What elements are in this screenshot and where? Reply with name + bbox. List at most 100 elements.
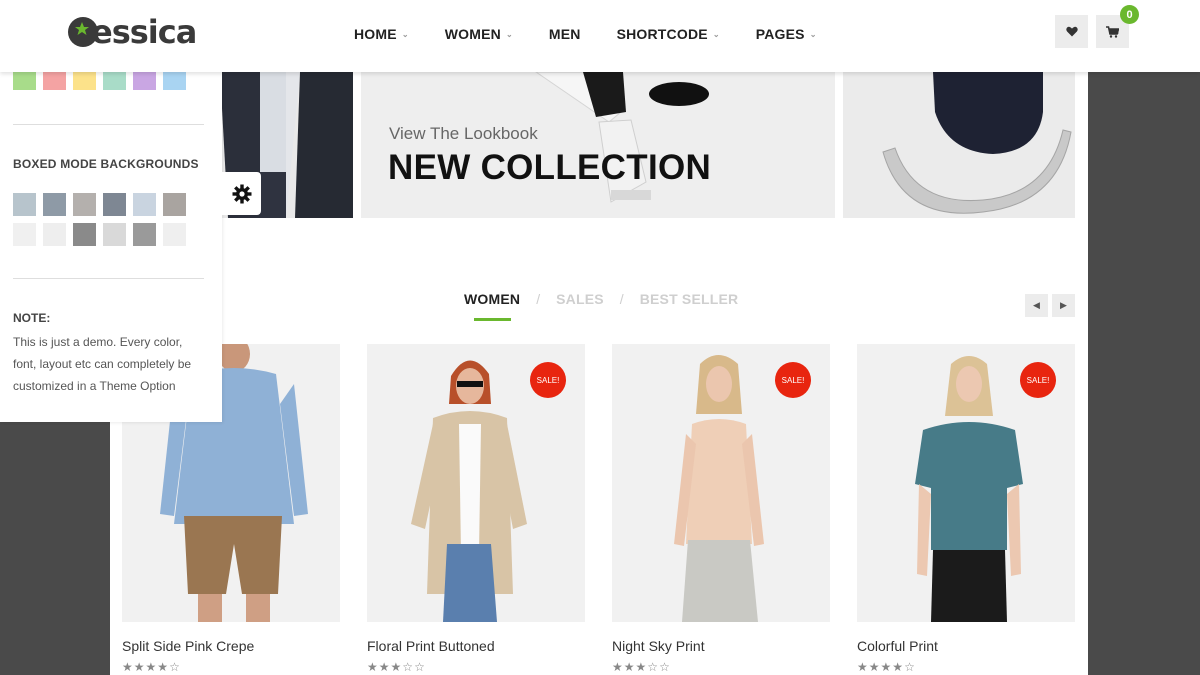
color-swatch[interactable] <box>103 72 126 90</box>
nav-item-home[interactable]: HOME ⌄ <box>354 26 409 42</box>
boxed-background-thumbnail[interactable] <box>43 193 66 216</box>
star-filled-icon: ★ <box>635 660 648 674</box>
nav-item-label: MEN <box>548 26 581 42</box>
product-image[interactable]: SALE! <box>367 344 585 622</box>
color-swatch-row <box>13 72 186 90</box>
carousel-prev-button[interactable]: ◀ <box>1025 294 1048 317</box>
chevron-right-icon: ▶ <box>1060 300 1067 310</box>
star-empty-icon: ☆ <box>169 660 181 674</box>
site-header: essica HOME ⌄ WOMEN ⌄ MEN SHORTCODE ⌄ PAGES… <box>0 0 1200 72</box>
star-filled-icon: ★ <box>612 660 624 674</box>
panel-divider <box>13 124 204 125</box>
cart-count-badge: 0 <box>1120 5 1139 24</box>
star-filled-icon: ★ <box>122 660 134 674</box>
tab-separator: / <box>536 291 541 307</box>
chevron-down-icon: ⌄ <box>505 29 513 39</box>
settings-toggle-button[interactable] <box>222 172 261 215</box>
color-swatch[interactable] <box>163 72 186 90</box>
banner-accessory-image[interactable] <box>843 72 1075 218</box>
product-name[interactable]: Floral Print Buttoned <box>367 638 585 654</box>
logo-text: essica <box>91 13 197 51</box>
color-swatch[interactable] <box>43 72 66 90</box>
product-card[interactable]: SALE! Floral Print Buttoned ★★★☆☆ <box>367 344 585 674</box>
gear-icon <box>232 184 251 203</box>
logo-mark-icon <box>68 17 98 47</box>
boxed-background-thumbnail[interactable] <box>103 193 126 216</box>
chevron-down-icon: ⌄ <box>712 29 720 39</box>
nav-item-men[interactable]: MEN <box>549 26 581 42</box>
product-tabs: WOMEN / SALES / BEST SELLER <box>464 291 738 307</box>
carousel-next-button[interactable]: ▶ <box>1052 294 1075 317</box>
product-rating: ★★★☆☆ <box>612 660 830 674</box>
nav-item-label: SHORTCODE <box>616 26 708 42</box>
star-filled-icon: ★ <box>157 660 170 674</box>
nav-item-label: WOMEN <box>444 26 501 42</box>
star-filled-icon: ★ <box>390 660 403 674</box>
boxed-background-grid <box>13 193 186 246</box>
star-filled-icon: ★ <box>892 660 905 674</box>
product-rating: ★★★★☆ <box>857 660 1075 674</box>
wishlist-button[interactable] <box>1055 15 1088 48</box>
tab-women[interactable]: WOMEN <box>464 291 520 307</box>
lookbook-banner[interactable]: View The Lookbook NEW COLLECTION <box>361 72 835 218</box>
tab-sales[interactable]: SALES <box>556 291 604 307</box>
lookbook-title[interactable]: NEW COLLECTION <box>388 148 711 188</box>
product-rating: ★★★☆☆ <box>367 660 585 674</box>
star-filled-icon: ★ <box>133 660 146 674</box>
star-filled-icon: ★ <box>145 660 158 674</box>
star-filled-icon: ★ <box>857 660 869 674</box>
product-name[interactable]: Colorful Print <box>857 638 1075 654</box>
boxed-background-thumbnail[interactable] <box>133 223 156 246</box>
sale-badge: SALE! <box>530 362 566 398</box>
boxed-background-thumbnail[interactable] <box>163 223 186 246</box>
star-filled-icon: ★ <box>623 660 636 674</box>
tab-separator: / <box>619 291 624 307</box>
product-image[interactable]: SALE! <box>612 344 830 622</box>
color-swatch[interactable] <box>13 72 36 90</box>
product-rating: ★★★★☆ <box>122 660 340 674</box>
note-title: NOTE: <box>13 311 51 325</box>
product-card[interactable]: SALE! Night Sky Print ★★★☆☆ <box>612 344 830 674</box>
sale-badge: SALE! <box>775 362 811 398</box>
star-filled-icon: ★ <box>868 660 881 674</box>
main-nav: HOME ⌄ WOMEN ⌄ MEN SHORTCODE ⌄ PAGES ⌄ <box>354 26 853 42</box>
tab-best-seller[interactable]: BEST SELLER <box>640 291 739 307</box>
chevron-down-icon: ⌄ <box>809 29 817 39</box>
sale-badge: SALE! <box>1020 362 1056 398</box>
lookbook-subtitle: View The Lookbook <box>389 124 538 143</box>
boxed-background-thumbnail[interactable] <box>13 193 36 216</box>
boxed-backgrounds-heading: BOXED MODE BACKGROUNDS <box>13 157 199 171</box>
star-filled-icon: ★ <box>880 660 893 674</box>
product-name[interactable]: Split Side Pink Crepe <box>122 638 340 654</box>
nav-item-shortcode[interactable]: SHORTCODE ⌄ <box>617 26 720 42</box>
boxed-background-thumbnail[interactable] <box>13 223 36 246</box>
nav-item-pages[interactable]: PAGES ⌄ <box>756 26 817 42</box>
boxed-background-thumbnail[interactable] <box>133 193 156 216</box>
note-text: This is just a demo. Every color, font, … <box>13 335 192 393</box>
product-image[interactable]: SALE! <box>857 344 1075 622</box>
color-swatch[interactable] <box>73 72 96 90</box>
boxed-background-thumbnail[interactable] <box>43 223 66 246</box>
star-empty-icon: ☆ <box>904 660 916 674</box>
color-swatch[interactable] <box>133 72 156 90</box>
boxed-background-thumbnail[interactable] <box>103 223 126 246</box>
star-empty-icon: ☆ <box>659 660 671 674</box>
heart-icon <box>1065 26 1078 37</box>
product-name[interactable]: Night Sky Print <box>612 638 830 654</box>
cart-icon <box>1106 25 1119 38</box>
star-empty-icon: ☆ <box>647 660 660 674</box>
active-tab-indicator <box>474 318 511 321</box>
chevron-left-icon: ◀ <box>1033 300 1040 310</box>
site-logo[interactable]: essica <box>68 12 197 52</box>
boxed-background-thumbnail[interactable] <box>73 223 96 246</box>
product-card[interactable]: SALE! Colorful Print ★★★★☆ <box>857 344 1075 674</box>
panel-divider <box>13 278 204 279</box>
nav-item-women[interactable]: WOMEN ⌄ <box>445 26 513 42</box>
boxed-background-thumbnail[interactable] <box>73 193 96 216</box>
nav-item-label: PAGES <box>755 26 805 42</box>
theme-options-panel: BOXED MODE BACKGROUNDS NOTE: This is jus… <box>0 72 222 422</box>
boxed-background-thumbnail[interactable] <box>163 193 186 216</box>
star-filled-icon: ★ <box>367 660 379 674</box>
chevron-down-icon: ⌄ <box>401 29 409 39</box>
star-empty-icon: ☆ <box>402 660 415 674</box>
